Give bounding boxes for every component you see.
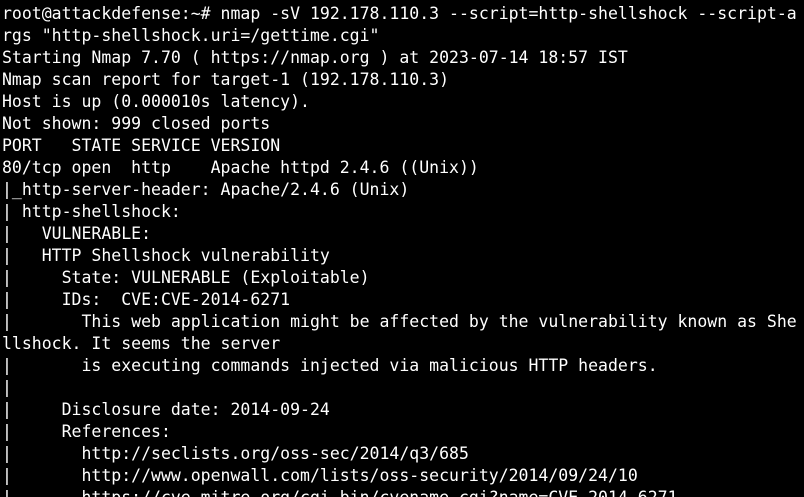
terminal-line-output: | This web application might be affected… (2, 312, 797, 331)
terminal-line-output: 80/tcp open http Apache httpd 2.4.6 ((Un… (2, 158, 479, 177)
terminal-line-output: | Disclosure date: 2014-09-24 (2, 400, 330, 419)
terminal-line-output: | IDs: CVE:CVE-2014-6271 (2, 290, 291, 309)
terminal-line-output: Starting Nmap 7.70 ( https://nmap.org ) … (2, 48, 628, 67)
terminal-line-command-continued: rgs "http-shellshock.uri=/gettime.cgi" (2, 26, 380, 45)
terminal-line-output: | HTTP Shellshock vulnerability (2, 246, 330, 265)
terminal-line-output: | State: VULNERABLE (Exploitable) (2, 268, 370, 287)
terminal-line-output: PORT STATE SERVICE VERSION (2, 136, 281, 155)
terminal-line-output: | http-shellshock: (2, 202, 181, 221)
terminal-line-output: Not shown: 999 closed ports (2, 114, 271, 133)
terminal-line-command: root@attackdefense:~# nmap -sV 192.178.1… (2, 4, 797, 23)
terminal-line-output: |_http-server-header: Apache/2.4.6 (Unix… (2, 180, 410, 199)
terminal-line-output: | http://seclists.org/oss-sec/2014/q3/68… (2, 444, 469, 463)
terminal-line-output: | (2, 378, 12, 397)
terminal-line-output-partial: | https://cve.mitre.org/cgi-bin/cvename.… (2, 487, 678, 497)
terminal-line-output: Host is up (0.000010s latency). (2, 92, 310, 111)
terminal-line-output: | References: (2, 422, 171, 441)
terminal-window[interactable]: root@attackdefense:~# nmap -sV 192.178.1… (0, 0, 804, 497)
terminal-line-output: | VULNERABLE: (2, 224, 152, 243)
terminal-line-output: | is executing commands injected via mal… (2, 356, 658, 375)
terminal-line-output: llshock. It seems the server (2, 334, 281, 353)
terminal-line-output: | http://www.openwall.com/lists/oss-secu… (2, 466, 638, 485)
terminal-line-output: Nmap scan report for target-1 (192.178.1… (2, 70, 450, 89)
